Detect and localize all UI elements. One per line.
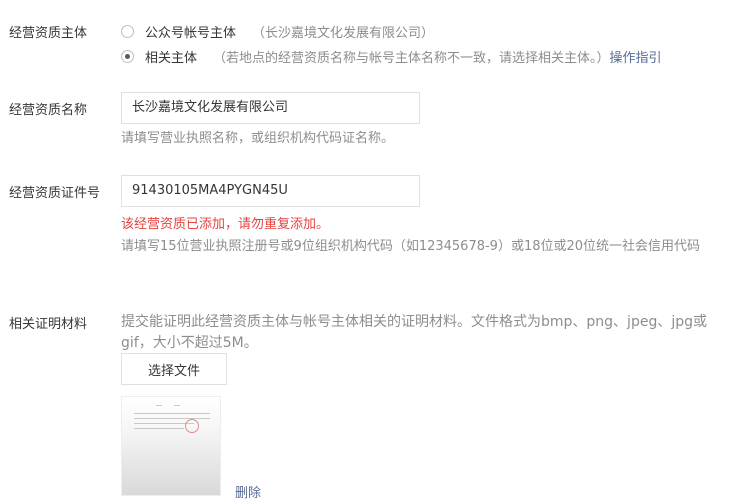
name-label: 经营资质名称 xyxy=(9,103,88,118)
name-input[interactable]: 长沙嘉境文化发展有限公司 xyxy=(121,92,420,124)
radio-option-label: 相关主体 xyxy=(145,51,198,66)
cert-label: 经营资质证件号 xyxy=(9,186,101,201)
cert-error: 该经营资质已添加，请勿重复添加。 xyxy=(121,217,330,232)
material-hint: 提交能证明此经营资质主体与帐号主体相关的证明材料。文件格式为bmp、png、jp… xyxy=(121,314,707,351)
radio-icon[interactable] xyxy=(121,25,134,38)
radio-option-note: （长沙嘉境文化发展有限公司） xyxy=(252,26,435,41)
entity-label: 经营资质主体 xyxy=(9,26,88,41)
name-hint: 请填写营业执照名称，或组织机构代码证名称。 xyxy=(121,131,395,146)
delete-link[interactable]: 删除 xyxy=(235,482,261,501)
uploaded-document-thumbnail xyxy=(121,396,221,496)
stamp-seal-icon xyxy=(185,419,199,433)
material-label: 相关证明材料 xyxy=(9,317,88,332)
choose-file-button[interactable]: 选择文件 xyxy=(121,353,227,385)
radio-checked-icon[interactable] xyxy=(121,50,134,63)
operation-guide-link[interactable]: 操作指引 xyxy=(610,47,662,66)
radio-option-note: （若地点的经营资质名称与帐号主体名称不一致，请选择相关主体。） xyxy=(213,51,610,66)
cert-input[interactable]: 91430105MA4PYGN45U xyxy=(121,175,420,207)
radio-option-related-entity[interactable]: 相关主体 （若地点的经营资质名称与帐号主体名称不一致，请选择相关主体。） 操作指… xyxy=(121,47,662,66)
cert-hint: 请填写15位营业执照注册号或9位组织机构代码（如12345678-9）或18位或… xyxy=(121,239,701,254)
radio-option-account-entity[interactable]: 公众号帐号主体 （长沙嘉境文化发展有限公司） xyxy=(121,22,434,41)
radio-option-label: 公众号帐号主体 xyxy=(145,26,237,41)
